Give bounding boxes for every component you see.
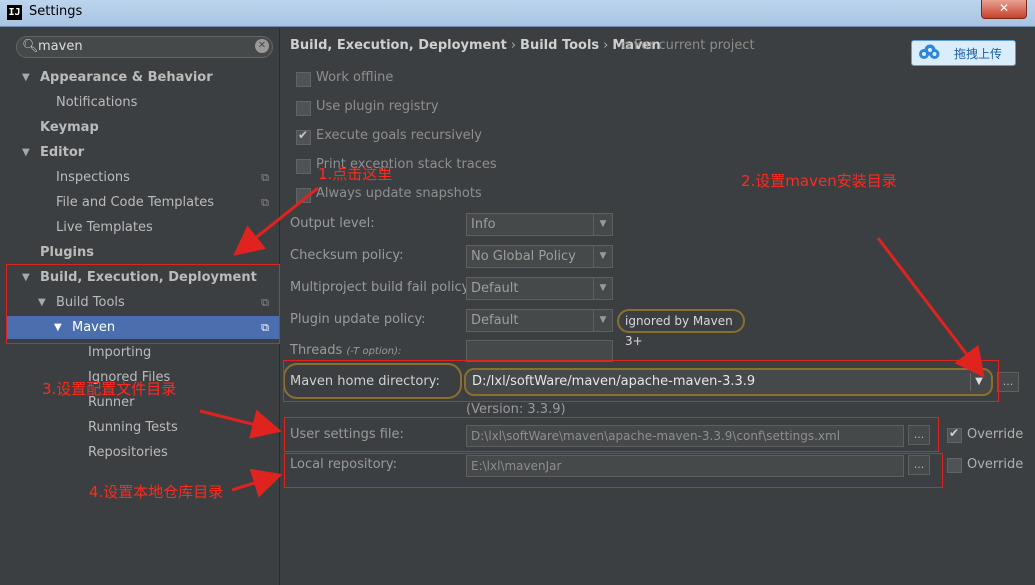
annotation-box-local-repository: [284, 453, 943, 488]
breadcrumb: Build, Execution, Deployment › Build Tools…: [290, 38, 661, 53]
sidebar-item-label: Plugins: [40, 245, 94, 260]
sidebar-item-repositories[interactable]: Repositories: [7, 441, 279, 464]
sidebar-item-label: Running Tests: [88, 420, 178, 435]
annotation-text-2: 2.设置maven安装目录: [741, 172, 897, 190]
threads-input[interactable]: [466, 340, 613, 362]
output-level-label: Output level:: [290, 216, 375, 231]
plugin-update-policy-label: Plugin update policy:: [290, 312, 426, 327]
annotation-box-build-section: [6, 264, 280, 344]
print-exception-checkbox[interactable]: [296, 159, 311, 174]
breadcrumb-separator: ›: [603, 38, 609, 53]
window-titlebar: IJ Settings ✕: [0, 0, 1035, 27]
sidebar-item-editor[interactable]: ▼ Editor: [7, 141, 279, 164]
annotation-box-maven-home: [283, 360, 999, 402]
sidebar-item-appearance-behavior[interactable]: ▼ Appearance & Behavior: [7, 66, 279, 89]
clear-search-icon[interactable]: ✕: [255, 39, 269, 53]
settings-search[interactable]: 🔍︎ ✕: [16, 36, 273, 58]
maven-home-browse-button[interactable]: ...: [997, 372, 1019, 392]
maven3-ignored-note: ignored by Maven 3+: [617, 309, 745, 348]
sidebar-item-label: Notifications: [56, 95, 138, 110]
use-plugin-registry-label[interactable]: Use plugin registry: [316, 99, 439, 114]
close-button[interactable]: ✕: [981, 0, 1027, 19]
dropdown-arrow-icon[interactable]: ▼: [593, 278, 612, 299]
scope-note-text: For current project: [634, 38, 755, 53]
sidebar-item-inspections[interactable]: Inspections ⧉: [7, 166, 279, 189]
annotation-text-4: 4.设置本地仓库目录: [89, 483, 224, 501]
threads-label: Threads (-T option):: [290, 343, 401, 358]
work-offline-checkbox[interactable]: [296, 72, 311, 87]
sidebar-item-label: Keymap: [40, 120, 99, 135]
select-value: No Global Policy: [471, 249, 576, 264]
sidebar-item-live-templates[interactable]: Live Templates: [7, 216, 279, 239]
sidebar-item-file-code-templates[interactable]: File and Code Templates ⧉: [7, 191, 279, 214]
select-value: Default: [471, 281, 519, 296]
local-repository-override-label[interactable]: Override: [967, 457, 1023, 472]
multiproject-policy-select[interactable]: Default ▼: [466, 277, 613, 300]
breadcrumb-part: Build Tools: [520, 38, 600, 53]
threads-label-text: Threads: [290, 343, 343, 358]
annotation-text-3: 3.设置配置文件目录: [42, 380, 177, 398]
work-offline-label[interactable]: Work offline: [316, 70, 393, 85]
sidebar-item-importing[interactable]: Importing: [7, 341, 279, 364]
local-repository-override-checkbox[interactable]: [947, 458, 962, 473]
multiproject-policy-label: Multiproject build fail policy:: [290, 280, 473, 295]
dropdown-arrow-icon[interactable]: ▼: [593, 214, 612, 235]
sidebar-item-plugins[interactable]: Plugins: [7, 241, 279, 264]
upload-button-label: 拖拽上传: [954, 47, 1003, 61]
always-update-snapshots-checkbox[interactable]: [296, 188, 311, 203]
select-value: Info: [471, 217, 496, 232]
sidebar-item-keymap[interactable]: Keymap: [7, 116, 279, 139]
maven-version-text: (Version: 3.3.9): [466, 402, 566, 417]
sidebar-item-label: Editor: [40, 145, 85, 160]
execute-goals-recursively-label[interactable]: Execute goals recursively: [316, 128, 482, 143]
always-update-snapshots-label[interactable]: Always update snapshots: [316, 186, 482, 201]
execute-goals-recursively-checkbox[interactable]: [296, 128, 311, 145]
annotation-text-1: 1.点击这里: [318, 165, 393, 183]
project-scope-icon: ⧉: [622, 39, 630, 52]
search-input[interactable]: [38, 38, 243, 55]
project-scope-icon: ⧉: [261, 196, 269, 209]
window-title: Settings: [29, 4, 83, 19]
cloud-icon: [919, 44, 940, 59]
dropdown-arrow-icon[interactable]: ▼: [593, 310, 612, 331]
sidebar-item-label: File and Code Templates: [56, 195, 214, 210]
expand-arrow-icon[interactable]: ▼: [22, 141, 30, 164]
output-level-select[interactable]: Info ▼: [466, 213, 613, 236]
sidebar-item-label: Inspections: [56, 170, 130, 185]
drag-upload-button[interactable]: 拖拽上传: [911, 40, 1016, 66]
plugin-update-policy-select[interactable]: Default ▼: [466, 309, 613, 332]
breadcrumb-separator: ›: [510, 38, 517, 53]
intellij-icon: IJ: [7, 5, 22, 20]
annotation-arrow-2: [876, 237, 985, 378]
sidebar-item-running-tests[interactable]: Running Tests: [7, 416, 279, 439]
use-plugin-registry-checkbox[interactable]: [296, 101, 311, 116]
checksum-policy-label: Checksum policy:: [290, 248, 404, 263]
checksum-policy-select[interactable]: No Global Policy ▼: [466, 245, 613, 268]
sidebar-item-label: Repositories: [88, 445, 168, 460]
select-value: Default: [471, 313, 519, 328]
project-scope-icon: ⧉: [261, 171, 269, 184]
dropdown-arrow-icon[interactable]: ▼: [593, 246, 612, 267]
user-settings-override-label[interactable]: Override: [967, 427, 1023, 442]
scope-note: ⧉ For current project: [622, 38, 755, 53]
breadcrumb-part: Build, Execution, Deployment: [290, 38, 507, 53]
threads-hint: (-T option):: [346, 346, 402, 357]
user-settings-override-checkbox[interactable]: [947, 426, 962, 443]
sidebar-item-notifications[interactable]: Notifications: [7, 91, 279, 114]
sidebar-item-label: Importing: [88, 345, 152, 360]
sidebar-item-label: Appearance & Behavior: [40, 70, 213, 85]
expand-arrow-icon[interactable]: ▼: [22, 66, 30, 89]
annotation-box-user-settings: [284, 417, 939, 452]
search-icon: 🔍︎: [22, 39, 39, 54]
sidebar-item-label: Live Templates: [56, 220, 153, 235]
